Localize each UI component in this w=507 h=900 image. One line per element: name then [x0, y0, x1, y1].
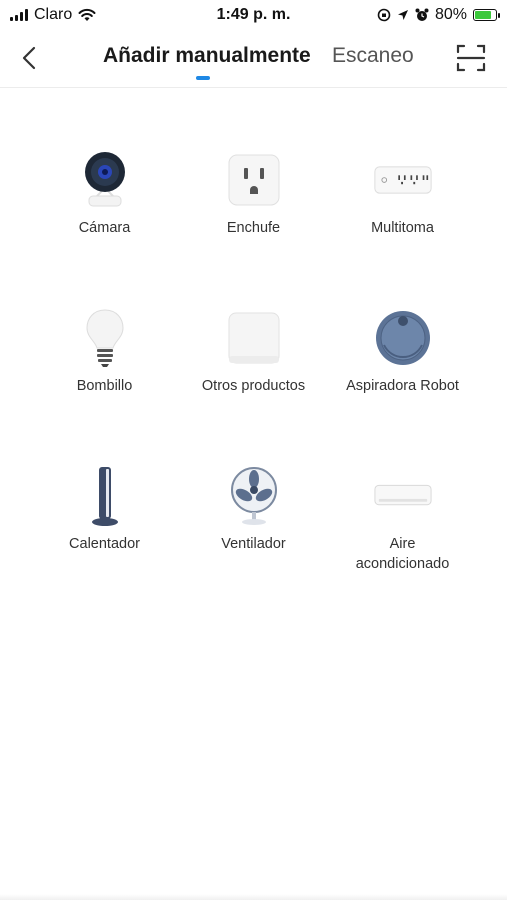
device-label: Multitoma [371, 220, 434, 236]
scan-qr-button[interactable] [455, 42, 487, 74]
back-button[interactable] [14, 40, 44, 76]
device-plug[interactable]: Enchufe [179, 150, 328, 308]
device-fan[interactable]: Ventilador [179, 466, 328, 624]
air-conditioner-icon [373, 466, 433, 526]
header: Añadir manualmente Escaneo [0, 30, 507, 88]
fan-icon [224, 466, 284, 526]
camera-icon [75, 150, 135, 210]
status-bar: Claro 1:49 p. m. 80% [0, 0, 507, 30]
orientation-lock-icon [377, 8, 391, 22]
device-camera[interactable]: Cámara [30, 150, 179, 308]
device-label: Aspiradora Robot [346, 378, 459, 394]
battery-icon [473, 9, 500, 21]
device-label: Cámara [78, 220, 131, 236]
bottom-edge [0, 894, 507, 900]
location-icon [397, 10, 408, 20]
generic-device-icon [224, 308, 284, 368]
device-label: Ventilador [221, 536, 286, 552]
plug-icon [224, 150, 284, 210]
device-label: Otros productos [201, 378, 306, 394]
heater-icon [75, 466, 135, 526]
chevron-left-icon [22, 46, 36, 70]
robot-vacuum-icon [373, 308, 433, 368]
tab-scan[interactable]: Escaneo [332, 44, 414, 68]
power-strip-icon [373, 150, 433, 210]
status-right: 80% [377, 6, 500, 24]
device-power-strip[interactable]: Multitoma [328, 150, 477, 308]
device-label: Aire acondicionado [355, 536, 450, 572]
device-label: Enchufe [226, 220, 281, 236]
battery-fill [475, 11, 491, 19]
active-tab-indicator [196, 76, 210, 80]
device-label: Calentador [69, 536, 140, 552]
device-label: Bombillo [76, 378, 133, 394]
bulb-icon [75, 308, 135, 368]
battery-percent: 80% [434, 6, 467, 23]
tab-add-manually[interactable]: Añadir manualmente [103, 44, 311, 68]
alarm-icon [415, 8, 429, 21]
scan-icon [456, 44, 486, 72]
device-robot-vacuum[interactable]: Aspiradora Robot [328, 308, 477, 466]
device-grid: Cámara Enchufe Multitoma Bombillo Otros … [30, 150, 477, 624]
device-heater[interactable]: Calentador [30, 466, 179, 624]
device-other-products[interactable]: Otros productos [179, 308, 328, 466]
device-air-conditioner[interactable]: Aire acondicionado [328, 466, 477, 624]
device-bulb[interactable]: Bombillo [30, 308, 179, 466]
